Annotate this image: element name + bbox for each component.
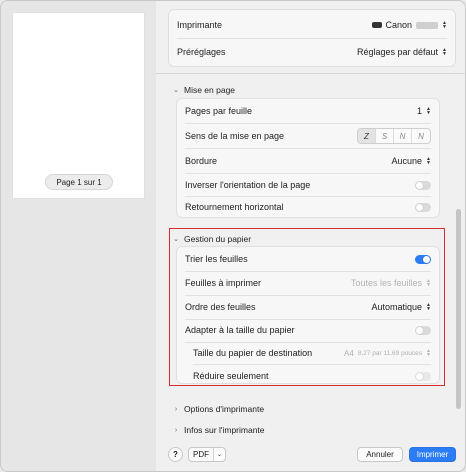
scale-down-toggle[interactable]	[415, 371, 431, 381]
collate-row: Trier les feuilles	[177, 247, 439, 271]
cancel-label: Annuler	[366, 450, 394, 459]
collate-toggle[interactable]	[415, 254, 431, 264]
destination-size-label: Taille du papier de destination	[193, 348, 313, 358]
printer-options-header[interactable]: › Options d'imprimante	[172, 404, 264, 414]
presets-label: Préréglages	[177, 47, 226, 57]
printer-select[interactable]: Canon ▲ ▼	[371, 20, 447, 30]
updown-arrows-icon: ▲ ▼	[442, 47, 447, 57]
layout-direction-label: Sens de la mise en page	[185, 131, 285, 141]
layout-direction-segmented[interactable]: Z S N N	[357, 128, 431, 144]
scale-to-fit-row: Adapter à la taille du papier	[177, 318, 439, 342]
pages-per-sheet-select[interactable]: 1 ▲ ▼	[417, 106, 431, 116]
layout-direction-row: Sens de la mise en page Z S N N	[177, 124, 439, 148]
scale-down-label: Réduire seulement	[193, 371, 269, 381]
paper-size-dims: 8,27 par 11,69 pouces	[357, 349, 423, 357]
page-indicator-label: Page 1 sur 1	[56, 177, 102, 187]
paper-section-title: Gestion du papier	[184, 234, 252, 244]
pages-to-print-value: Toutes les feuilles	[351, 278, 423, 288]
paper-section-header[interactable]: ⌄ Gestion du papier	[172, 234, 251, 244]
destination-size-row: Taille du papier de destination A4 8,27 …	[177, 341, 439, 365]
section-separator	[156, 73, 465, 74]
printer-info-title: Infos sur l'imprimante	[184, 425, 265, 435]
pdf-label: PDF	[193, 450, 209, 459]
printer-name-redacted	[416, 21, 439, 29]
destination-size-select[interactable]: A4 8,27 par 11,69 pouces ▲ ▼	[344, 349, 431, 358]
layout-section-title: Mise en page	[184, 85, 236, 95]
border-label: Bordure	[185, 156, 218, 166]
printer-options-title: Options d'imprimante	[184, 404, 265, 414]
page-order-select[interactable]: Automatique ▲ ▼	[372, 302, 432, 312]
scale-to-fit-toggle[interactable]	[415, 325, 431, 335]
direction-s-option[interactable]: S	[376, 129, 394, 143]
presets-value: Réglages par défaut	[356, 47, 439, 57]
chevron-down-icon: ⌄	[173, 236, 179, 243]
printer-label: Imprimante	[177, 20, 223, 30]
printer-icon	[371, 22, 382, 28]
pages-to-print-select[interactable]: Toutes les feuilles ▲ ▼	[351, 278, 431, 288]
scale-to-fit-label: Adapter à la taille du papier	[185, 325, 295, 335]
printer-presets-group: Imprimante Canon ▲ ▼ Préréglages Réglages…	[168, 9, 456, 67]
updown-arrows-icon: ▲ ▼	[426, 348, 431, 358]
chevron-right-icon: ›	[174, 426, 178, 434]
printer-name: Canon	[385, 20, 413, 30]
pdf-menu-button[interactable]: PDF ⌄	[188, 447, 226, 462]
pages-to-print-row: Feuilles à imprimer Toutes les feuilles …	[177, 271, 439, 295]
paper-size-name: A4	[344, 348, 354, 358]
direction-n-reverse-option[interactable]: N	[412, 129, 430, 143]
border-select[interactable]: Aucune ▲ ▼	[392, 156, 431, 166]
updown-arrows-icon: ▲ ▼	[426, 278, 431, 288]
reverse-orientation-row: Inverser l'orientation de la page	[177, 173, 439, 197]
chevron-right-icon: ›	[174, 405, 178, 413]
layout-group: Pages par feuille 1 ▲ ▼ Sens de la mise e…	[176, 98, 440, 218]
scrollbar-thumb[interactable]	[456, 209, 461, 409]
pages-to-print-label: Feuilles à imprimer	[185, 278, 262, 288]
page-order-row[interactable]: Ordre des feuilles Automatique ▲ ▼	[177, 295, 439, 319]
chevron-down-icon: ⌄	[173, 87, 179, 94]
pages-per-sheet-row[interactable]: Pages par feuille 1 ▲ ▼	[177, 99, 439, 123]
footer-bar: ? PDF ⌄ Annuler Imprimer	[156, 441, 465, 471]
preview-pane: Page 1 sur 1	[1, 1, 156, 471]
page-order-label: Ordre des feuilles	[185, 302, 256, 312]
help-button[interactable]: ?	[168, 447, 183, 462]
horizontal-flip-row: Retournement horizontal	[177, 195, 439, 219]
page-preview	[13, 13, 144, 198]
border-row[interactable]: Bordure Aucune ▲ ▼	[177, 149, 439, 173]
direction-n-option[interactable]: N	[394, 129, 412, 143]
horizontal-flip-toggle[interactable]	[415, 202, 431, 212]
paper-group: Trier les feuilles Feuilles à imprimer T…	[176, 246, 440, 384]
updown-arrows-icon: ▲ ▼	[426, 156, 431, 166]
collate-label: Trier les feuilles	[185, 254, 248, 264]
print-button[interactable]: Imprimer	[409, 447, 456, 462]
horizontal-flip-label: Retournement horizontal	[185, 202, 284, 212]
updown-arrows-icon: ▲ ▼	[442, 20, 447, 30]
layout-section-header[interactable]: ⌄ Mise en page	[172, 85, 235, 95]
print-dialog: Page 1 sur 1 Imprimante Canon ▲ ▼ Prérégl…	[0, 0, 466, 472]
presets-row[interactable]: Préréglages Réglages par défaut ▲ ▼	[169, 40, 455, 64]
pages-per-sheet-value: 1	[417, 106, 423, 116]
chevron-down-icon: ⌄	[213, 448, 225, 461]
printer-info-header[interactable]: › Infos sur l'imprimante	[172, 425, 265, 435]
page-indicator: Page 1 sur 1	[45, 174, 113, 190]
updown-arrows-icon: ▲ ▼	[426, 106, 431, 116]
page-order-value: Automatique	[371, 302, 423, 312]
updown-arrows-icon: ▲ ▼	[426, 302, 431, 312]
pages-per-sheet-label: Pages par feuille	[185, 106, 253, 116]
print-label: Imprimer	[416, 450, 449, 459]
cancel-button[interactable]: Annuler	[357, 447, 403, 462]
scale-down-row: Réduire seulement	[177, 364, 439, 388]
divider	[177, 38, 447, 39]
reverse-orientation-toggle[interactable]	[415, 180, 431, 190]
presets-select[interactable]: Réglages par défaut ▲ ▼	[357, 47, 447, 57]
printer-row[interactable]: Imprimante Canon ▲ ▼	[169, 13, 455, 37]
direction-z-option[interactable]: Z	[358, 129, 376, 143]
help-icon: ?	[173, 450, 178, 459]
border-value: Aucune	[391, 156, 423, 166]
reverse-orientation-label: Inverser l'orientation de la page	[185, 180, 311, 190]
